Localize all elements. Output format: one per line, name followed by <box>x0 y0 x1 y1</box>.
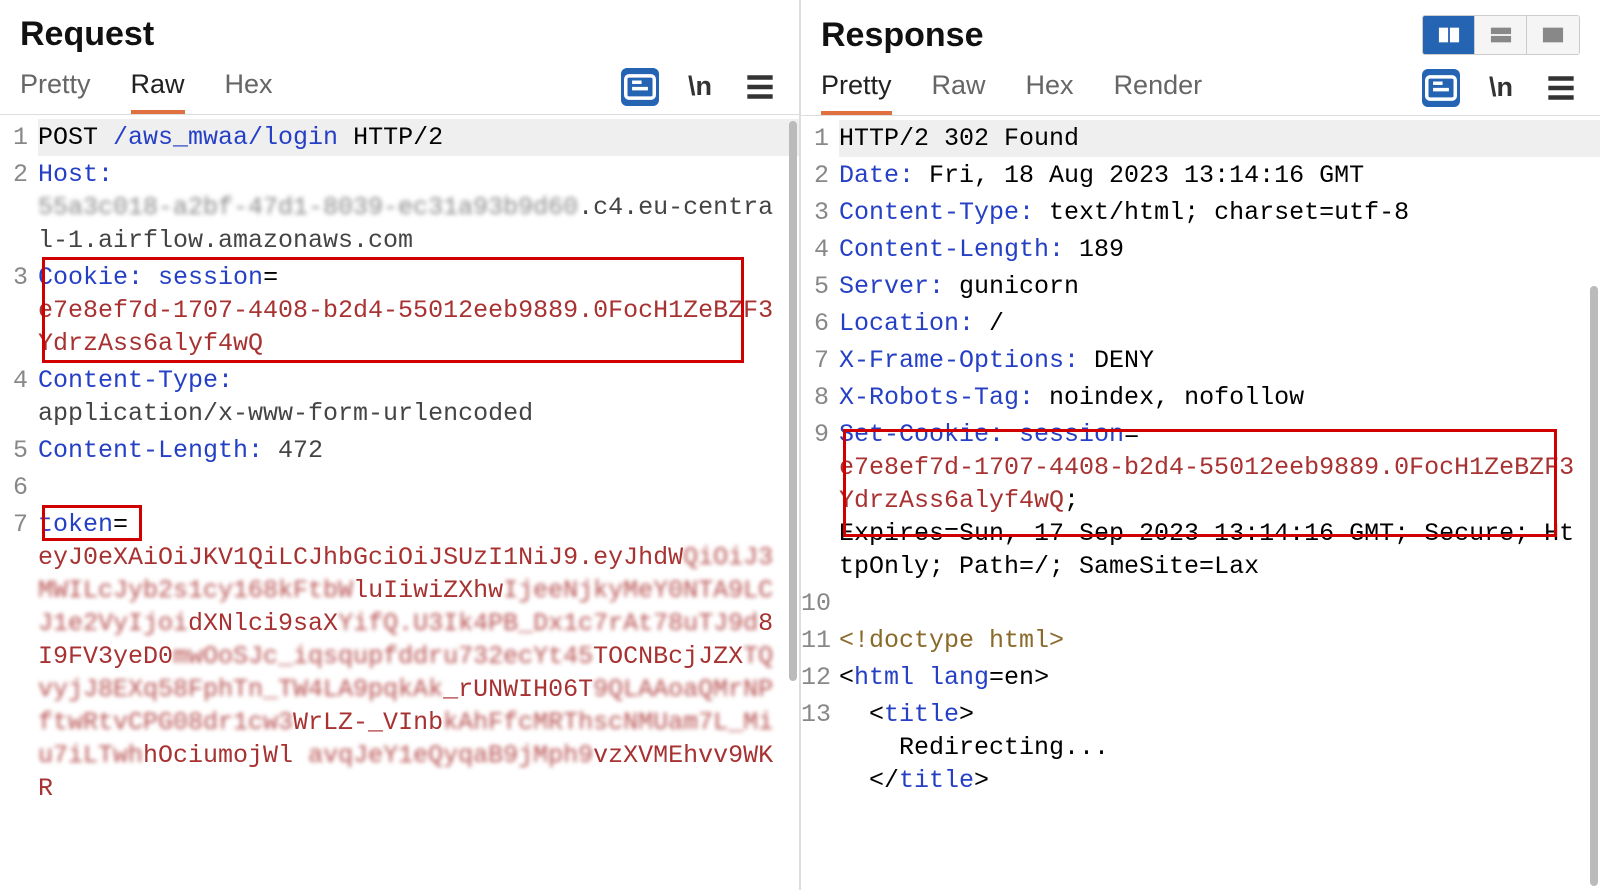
code-line[interactable]: 5 Server: gunicorn <box>801 268 1600 305</box>
request-content: 1 POST /aws_mwaa/login HTTP/2 2 Host:55a… <box>0 115 799 890</box>
layout-toggles <box>1422 15 1580 55</box>
scrollbar-thumb[interactable] <box>789 121 797 681</box>
code-line[interactable]: 2 Date: Fri, 18 Aug 2023 13:14:16 GMT <box>801 157 1600 194</box>
code-line[interactable]: 13 <title> Redirecting... </title> <box>801 696 1600 799</box>
response-content: 1 HTTP/2 302 Found 2 Date: Fri, 18 Aug 2… <box>801 116 1600 890</box>
code-line[interactable]: 4 Content-Type:application/x-www-form-ur… <box>0 362 799 432</box>
response-title: Response <box>821 16 984 55</box>
session-cookie-value: e7e8ef7d-1707-4408-b2d4-55012eeb9889.0Fo… <box>38 296 773 358</box>
response-tabs-row: Pretty Raw Hex Render \n <box>801 60 1600 116</box>
code-line[interactable]: 9 Set-Cookie: session=e7e8ef7d-1707-4408… <box>801 416 1600 585</box>
http-method: POST <box>38 123 98 152</box>
tab-render[interactable]: Render <box>1114 60 1203 115</box>
response-tabs: Pretty Raw Hex Render <box>821 60 1202 115</box>
request-title: Request <box>20 15 154 54</box>
location-header: Location: <box>839 309 974 338</box>
date-header: Date: <box>839 161 914 190</box>
code-line[interactable]: 12 <html lang=en> <box>801 659 1600 696</box>
code-line[interactable]: 10 <box>801 585 1600 622</box>
tab-raw[interactable]: Raw <box>131 59 185 114</box>
scrollbar-thumb[interactable] <box>1590 286 1598 886</box>
content-length-header: Content-Length: <box>839 235 1064 264</box>
layout-columns-icon[interactable] <box>1423 16 1475 54</box>
code-line[interactable]: 1 HTTP/2 302 Found <box>801 120 1600 157</box>
tab-raw[interactable]: Raw <box>932 60 986 115</box>
code-line[interactable]: 11 <!doctype html> <box>801 622 1600 659</box>
content-type-header: Content-Type: <box>839 198 1034 227</box>
xrobots-header: X-Robots-Tag: <box>839 383 1034 412</box>
code-line[interactable]: 8 X-Robots-Tag: noindex, nofollow <box>801 379 1600 416</box>
tab-pretty[interactable]: Pretty <box>821 60 892 115</box>
request-toolbar: \n <box>621 68 779 106</box>
server-header: Server: <box>839 272 944 301</box>
wrap-lines-icon[interactable]: \n <box>1482 69 1520 107</box>
actions-icon[interactable] <box>1422 69 1460 107</box>
layout-rows-icon[interactable] <box>1475 16 1527 54</box>
code-line[interactable]: 6 <box>0 469 799 506</box>
content-type-header: Content-Type: <box>38 366 233 395</box>
response-header: Response <box>801 0 1600 60</box>
layout-single-icon[interactable] <box>1527 16 1579 54</box>
request-tabs-row: Pretty Raw Hex \n <box>0 59 799 115</box>
code-line[interactable]: 4 Content-Length: 189 <box>801 231 1600 268</box>
xframe-header: X-Frame-Options: <box>839 346 1079 375</box>
code-line[interactable]: 2 Host:55a3c018-a2bf-47d1-8039-ec31a93b9… <box>0 156 799 259</box>
request-tabs: Pretty Raw Hex <box>20 59 273 114</box>
cookie-header: Cookie: <box>38 263 158 292</box>
code-line[interactable]: 1 POST /aws_mwaa/login HTTP/2 <box>0 119 799 156</box>
response-toolbar: \n <box>1422 69 1580 107</box>
request-panel: Request Pretty Raw Hex \n <box>0 0 801 890</box>
tab-pretty[interactable]: Pretty <box>20 59 91 114</box>
code-line[interactable]: 7 token=eyJ0eXAiOiJKV1QiLCJhbGciOiJSUzI1… <box>0 506 799 807</box>
doctype: <!doctype html> <box>839 626 1064 655</box>
status-line: HTTP/2 302 Found <box>839 124 1079 153</box>
host-header: Host: <box>38 160 113 189</box>
code-line[interactable]: 6 Location: / <box>801 305 1600 342</box>
code-line[interactable]: 5 Content-Length: 472 <box>0 432 799 469</box>
hamburger-icon[interactable] <box>741 68 779 106</box>
title-text: Redirecting... <box>899 733 1109 762</box>
request-header: Request <box>0 0 799 59</box>
tab-hex[interactable]: Hex <box>1026 60 1074 115</box>
actions-icon[interactable] <box>621 68 659 106</box>
hamburger-icon[interactable] <box>1542 69 1580 107</box>
code-line[interactable]: 3 Content-Type: text/html; charset=utf-8 <box>801 194 1600 231</box>
code-line[interactable]: 7 X-Frame-Options: DENY <box>801 342 1600 379</box>
setcookie-session-value: e7e8ef7d-1707-4408-b2d4-55012eeb9889.0Fo… <box>839 453 1574 515</box>
content-length-header: Content-Length: <box>38 436 263 465</box>
setcookie-header: Set-Cookie: <box>839 420 1019 449</box>
code-line[interactable]: 3 Cookie: session=e7e8ef7d-1707-4408-b2d… <box>0 259 799 362</box>
response-panel: Response Pretty Raw Hex Render <box>801 0 1600 890</box>
split-container: Request Pretty Raw Hex \n <box>0 0 1600 890</box>
tab-hex[interactable]: Hex <box>225 59 273 114</box>
wrap-lines-icon[interactable]: \n <box>681 68 719 106</box>
token-param: token <box>38 510 113 539</box>
